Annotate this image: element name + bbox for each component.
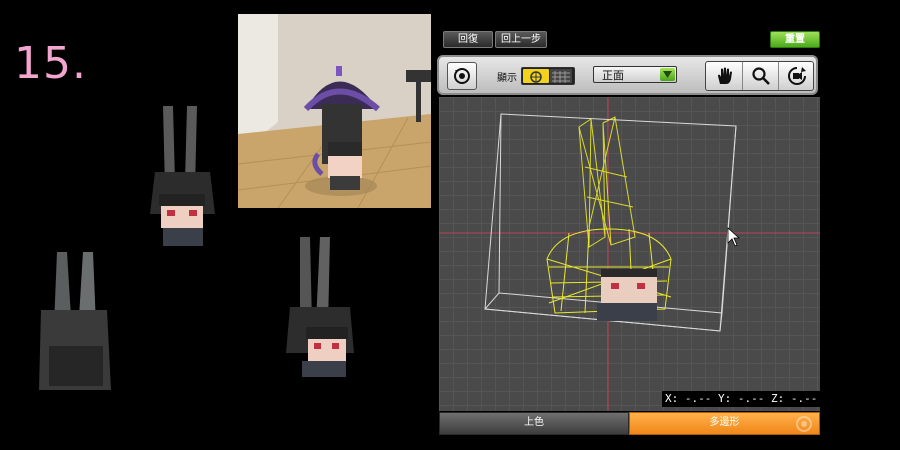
step-number: 15.: [14, 38, 87, 89]
display-solid-option[interactable]: [523, 69, 549, 83]
view-angle-select[interactable]: 正面: [593, 66, 677, 83]
tab-polygon-label: 多邊形: [709, 417, 740, 428]
chevron-down-icon: [660, 68, 675, 81]
hand-icon: [717, 67, 732, 84]
pan-tool-button[interactable]: [706, 62, 741, 90]
reset-view-button[interactable]: [447, 62, 477, 90]
viewport-tool-group: [705, 61, 814, 91]
mouse-cursor: [727, 227, 741, 247]
rotate-camera-button[interactable]: [778, 62, 814, 90]
figure-side-view: [286, 237, 354, 377]
3d-viewport[interactable]: X: -.-- Y: -.-- Z: -.--: [439, 97, 820, 411]
target-icon: [796, 416, 812, 432]
reset-button[interactable]: 重置: [770, 31, 820, 48]
editor-toolbar: 顯示 正面: [437, 55, 818, 95]
figure-front-view: [150, 106, 215, 246]
tab-color[interactable]: 上色: [439, 412, 629, 435]
grid-icon: [552, 71, 570, 83]
tab-polygon[interactable]: 多邊形: [629, 412, 820, 435]
figure-back-view: [39, 252, 111, 390]
wireframe-model: [439, 97, 820, 411]
display-label: 顯示: [497, 73, 517, 84]
shading-icon: [530, 71, 542, 83]
display-grid-option[interactable]: [550, 69, 572, 83]
camera-rotate-icon: [787, 67, 806, 85]
back-step-button[interactable]: 回上一步: [495, 31, 547, 48]
room-preview: [238, 14, 431, 208]
mode-tabs: 上色 多邊形: [439, 412, 820, 435]
display-mode-toggle[interactable]: [521, 67, 575, 85]
view-angle-value: 正面: [602, 69, 624, 82]
undo-button[interactable]: 回復: [443, 31, 493, 48]
magnifier-icon: [751, 67, 770, 85]
coordinate-readout: X: -.-- Y: -.-- Z: -.--: [662, 391, 820, 407]
rotate-reset-icon: [454, 68, 470, 84]
zoom-tool-button[interactable]: [742, 62, 778, 90]
room-preview-illustration: [238, 14, 431, 208]
